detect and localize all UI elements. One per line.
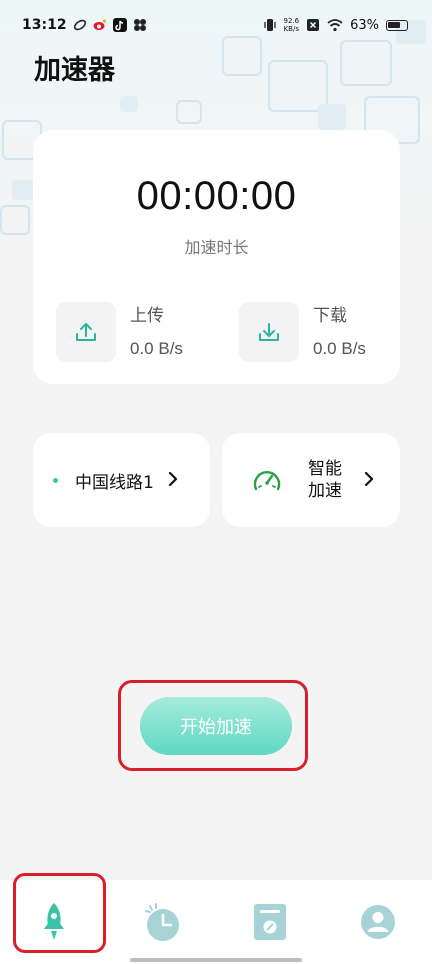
leaf-icon xyxy=(73,19,86,31)
download-stat: 下载 0.0 B/s xyxy=(239,302,366,362)
route-status-dot xyxy=(53,477,58,483)
upload-title: 上传 xyxy=(130,306,164,326)
timer-card: 00:00:00 加速时长 上传 0.0 B/s 下载 0.0 B/s xyxy=(33,130,400,384)
nav-home-highlight xyxy=(13,873,106,953)
status-bar: 13:12 92.6 KB/s 63% xyxy=(0,0,432,50)
page-title: 加速器 xyxy=(34,55,115,86)
download-icon xyxy=(239,302,299,362)
clock-icon xyxy=(145,903,179,941)
wifi-icon xyxy=(327,19,343,32)
route-label: 中国线路1 xyxy=(75,472,154,493)
start-acceleration-button[interactable]: 开始加速 xyxy=(140,697,292,755)
chevron-right-icon xyxy=(364,470,374,491)
chevron-right-icon xyxy=(168,470,178,491)
download-value: 0.0 B/s xyxy=(313,339,366,358)
speedometer-icon xyxy=(253,471,281,491)
vibrate-icon xyxy=(263,19,276,31)
mode-selector[interactable]: 智能加速 xyxy=(222,433,400,527)
sim-x-icon xyxy=(307,19,320,31)
tiktok-icon xyxy=(112,18,127,32)
network-speed: 92.6 KB/s xyxy=(283,17,300,33)
timer-value: 00:00:00 xyxy=(136,174,297,218)
status-time: 13:12 xyxy=(22,17,67,33)
upload-stat: 上传 0.0 B/s xyxy=(56,302,183,362)
app-grid-icon xyxy=(133,19,146,31)
nav-log[interactable] xyxy=(216,880,324,964)
nav-profile[interactable] xyxy=(324,880,432,964)
home-indicator xyxy=(130,958,302,962)
upload-icon xyxy=(56,302,116,362)
battery-icon xyxy=(386,19,408,31)
user-icon xyxy=(361,905,395,939)
download-title: 下载 xyxy=(313,306,347,326)
log-icon xyxy=(254,904,286,940)
timer-label: 加速时长 xyxy=(184,238,249,257)
upload-value: 0.0 B/s xyxy=(130,339,183,358)
route-selector[interactable]: 中国线路1 xyxy=(33,433,210,527)
nav-history[interactable] xyxy=(108,880,216,964)
weibo-icon xyxy=(93,19,106,30)
mode-label: 智能加速 xyxy=(308,459,342,501)
battery-percent: 63% xyxy=(350,17,379,33)
